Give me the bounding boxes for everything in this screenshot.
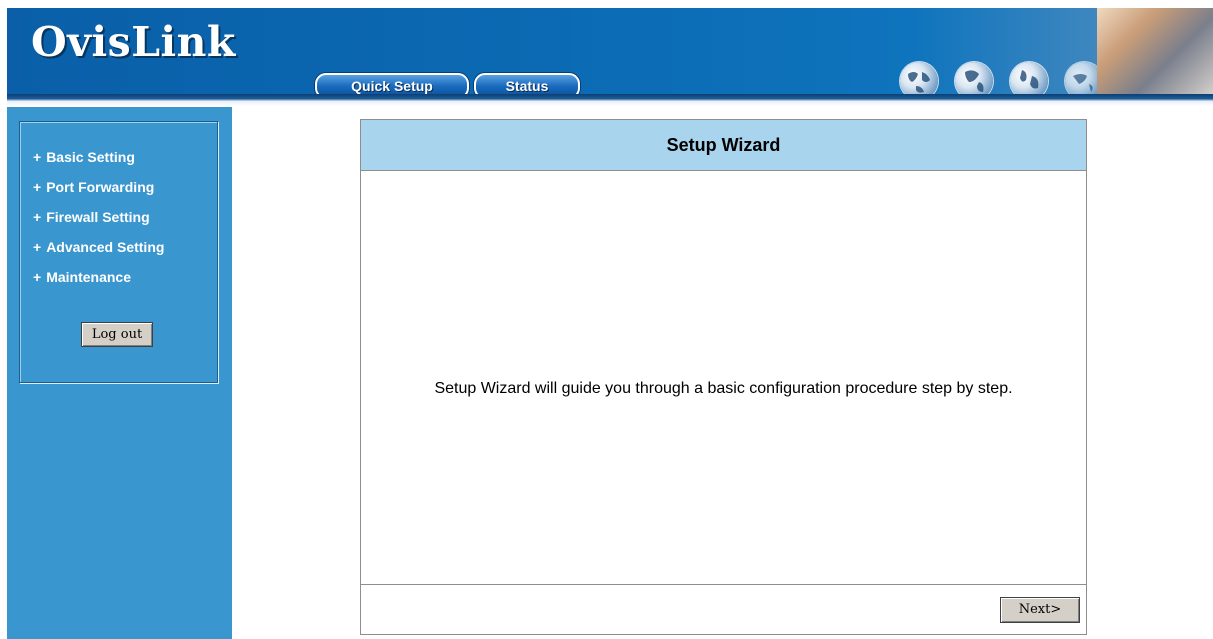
sidebar-menu-list: + Basic Setting + Port Forwarding + Firewal… <box>33 149 164 299</box>
sidebar-item-label: Firewall Setting <box>46 209 150 225</box>
header-divider <box>7 94 1213 106</box>
wizard-description: Setup Wizard will guide you through a ba… <box>434 380 1013 397</box>
header-banner: OvisLink Quick Setup Status <box>7 8 1213 100</box>
next-button[interactable]: Next> <box>1000 597 1080 623</box>
page-title: Setup Wizard <box>361 120 1086 171</box>
sidebar-item-basic-setting[interactable]: + Basic Setting <box>33 149 164 179</box>
sidebar-item-maintenance[interactable]: + Maintenance <box>33 269 164 299</box>
sidebar: + Basic Setting + Port Forwarding + Firewal… <box>7 107 232 639</box>
plus-icon: + <box>33 209 42 225</box>
plus-icon: + <box>33 149 42 165</box>
header-photo <box>1097 8 1213 100</box>
plus-icon: + <box>33 239 42 255</box>
sidebar-item-label: Basic Setting <box>46 149 135 165</box>
plus-icon: + <box>33 269 42 285</box>
sidebar-item-label: Advanced Setting <box>46 239 165 255</box>
plus-icon: + <box>33 179 42 195</box>
sidebar-menu: + Basic Setting + Port Forwarding + Firewal… <box>19 121 218 383</box>
ovislink-logo: OvisLink <box>31 18 236 66</box>
sidebar-item-label: Maintenance <box>46 269 131 285</box>
wizard-footer: Next> <box>361 584 1086 634</box>
logout-button[interactable]: Log out <box>81 322 153 347</box>
sidebar-item-port-forwarding[interactable]: + Port Forwarding <box>33 179 164 209</box>
sidebar-item-advanced-setting[interactable]: + Advanced Setting <box>33 239 164 269</box>
setup-wizard-panel: Setup Wizard Setup Wizard will guide you… <box>360 119 1087 635</box>
sidebar-item-label: Port Forwarding <box>46 179 155 195</box>
sidebar-item-firewall-setting[interactable]: + Firewall Setting <box>33 209 164 239</box>
wizard-body: Setup Wizard will guide you through a ba… <box>361 171 1086 582</box>
